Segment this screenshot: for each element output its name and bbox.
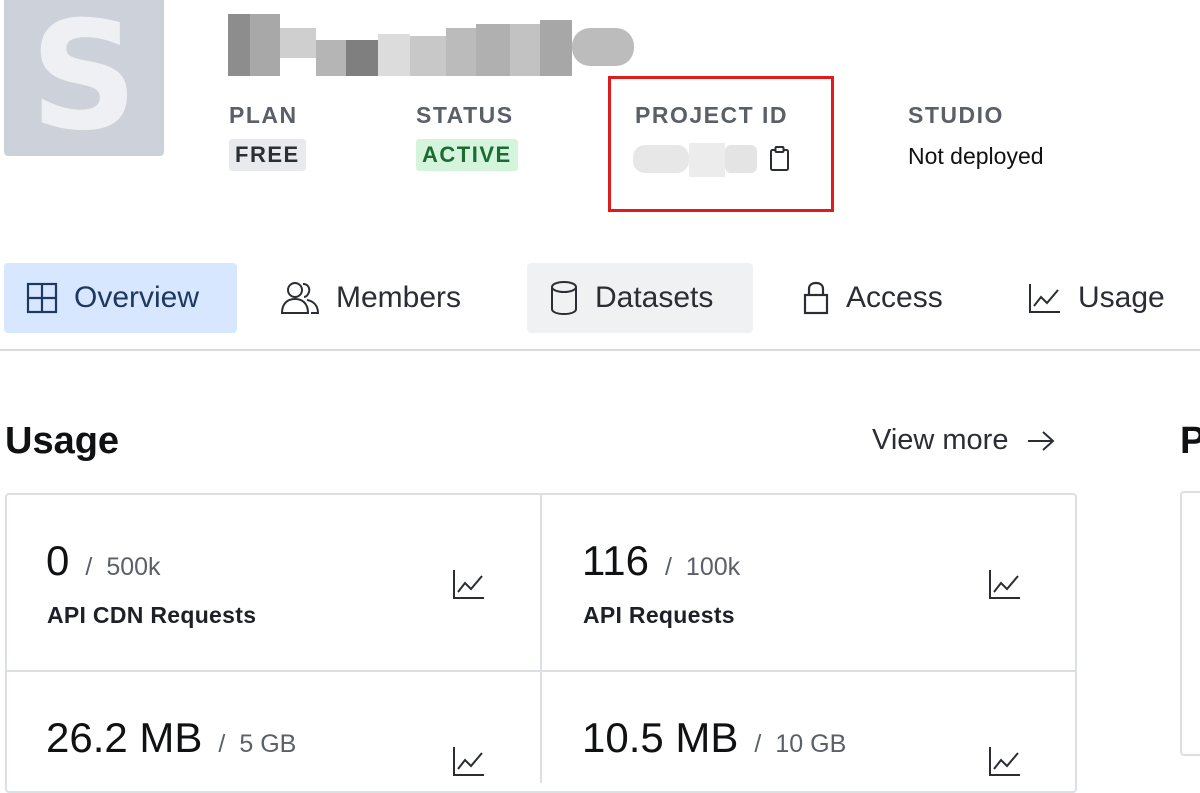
metric-separator: / [754,730,762,758]
tab-members[interactable]: Members [258,263,498,333]
chart-icon[interactable] [452,568,486,605]
metric-value: 26.2 MB [46,714,203,761]
studio-label: STUDIO [908,102,1004,128]
metric-limit: 5 GB [239,730,297,758]
studio-value: Not deployed [908,143,1044,169]
metric-value: 116 [582,537,649,584]
chart-icon[interactable] [988,745,1022,782]
avatar-letter: S [29,0,139,156]
metric-value: 0 [46,537,70,584]
users-icon [280,282,320,314]
grid-vertical-divider [540,493,542,783]
plan-badge: FREE [229,139,306,171]
lock-icon [803,281,829,315]
status-label: STATUS [416,102,514,128]
project-name-redacted [228,14,638,80]
side-panel-title: P [1180,420,1200,462]
metric-label: API CDN Requests [47,602,257,628]
view-more-link[interactable]: View more [872,424,1056,457]
metric-limit: 10 GB [775,730,847,758]
metric-limit: 500k [106,553,161,581]
database-icon [551,281,577,316]
grid-horizontal-divider [5,670,1077,672]
chart-icon[interactable] [988,568,1022,605]
metric-separator: / [664,553,672,581]
tab-usage-label: Usage [1078,281,1165,314]
metric-separator: / [218,730,226,758]
tab-overview[interactable]: Overview [4,263,237,333]
usage-section-title: Usage [5,420,120,462]
plan-label: PLAN [229,102,298,128]
metric-limit: 100k [685,553,741,581]
status-badge: ACTIVE [416,139,518,171]
usage-card-api-requests: 116 / 100k [582,537,740,585]
tab-access-label: Access [846,281,943,314]
chart-icon [1029,284,1060,313]
tabs-divider [0,349,1200,351]
usage-card-bandwidth: 26.2 MB / 5 GB [46,714,296,762]
arrow-right-icon [1028,430,1055,451]
tab-access[interactable]: Access [780,263,980,333]
project-id-highlight-box [608,76,834,212]
view-more-label: View more [872,424,1009,456]
metric-label: API Requests [583,602,735,628]
project-avatar: S [4,0,164,156]
side-panel-card [1180,491,1200,756]
usage-card-api-cdn-requests: 0 / 500k [46,537,161,585]
tab-usage[interactable]: Usage [1006,263,1200,333]
chart-icon[interactable] [452,745,486,782]
grid-icon [26,282,58,314]
metric-separator: / [85,553,93,581]
metric-value: 10.5 MB [582,714,739,761]
tab-overview-label: Overview [74,281,200,314]
tab-datasets[interactable]: Datasets [527,263,753,333]
tab-datasets-label: Datasets [595,281,714,314]
tab-members-label: Members [336,281,462,314]
usage-card-storage: 10.5 MB / 10 GB [582,714,846,762]
